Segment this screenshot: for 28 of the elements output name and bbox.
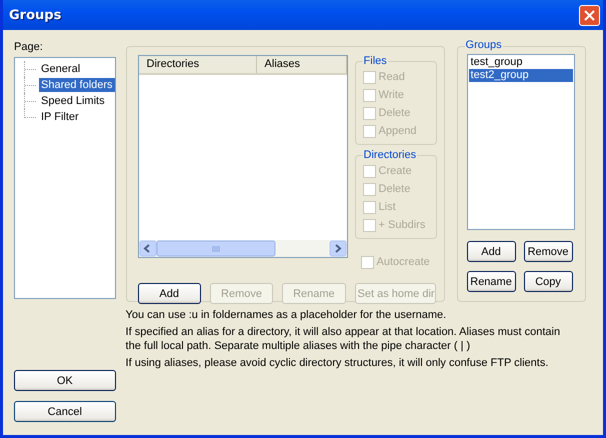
- help-text: If using aliases, please avoid cyclic directory structures, it will only confuse FTP clients.: [126, 356, 550, 370]
- help-text: If specified an alias for a directory, it will also appear at that location. Aliases must contain the full local path. Separate multiple aliases with the pipe character ( | ): [126, 325, 562, 353]
- cancel-button[interactable]: Cancel: [14, 401, 116, 422]
- tree-item[interactable]: Shared folders: [39, 78, 115, 92]
- folders-list[interactable]: Directories Aliases: [138, 55, 348, 258]
- group-action-button[interactable]: Add: [466, 241, 516, 262]
- tree-item[interactable]: IP Filter: [39, 110, 81, 124]
- groups-list[interactable]: test_group test2_group: [466, 54, 575, 230]
- folder-action-button[interactable]: Add: [138, 283, 201, 304]
- column-header[interactable]: Aliases: [256, 56, 347, 73]
- column-header[interactable]: Directories: [138, 56, 257, 73]
- close-button[interactable]: [579, 4, 600, 26]
- group-action-button[interactable]: Copy: [524, 271, 573, 292]
- close-icon: [584, 10, 595, 20]
- tree-item[interactable]: Speed Limits: [39, 94, 107, 108]
- list-item[interactable]: test_group: [468, 56, 573, 69]
- list-item[interactable]: test2_group: [468, 69, 573, 82]
- window-title: Groups: [9, 8, 62, 22]
- help-text: You can use :u in foldernames as a placeholder for the username.: [126, 308, 448, 322]
- ok-button[interactable]: OK: [14, 370, 116, 391]
- tree-item[interactable]: General: [39, 62, 82, 76]
- group-title: Directories: [362, 149, 418, 161]
- group-action-button[interactable]: Remove: [524, 241, 573, 262]
- group-title: Groups: [464, 39, 503, 51]
- group-title: Files: [362, 55, 388, 67]
- group-action-button[interactable]: Rename: [466, 271, 516, 292]
- horizontal-scrollbar[interactable]: [138, 240, 347, 257]
- page-label: Page:: [14, 40, 44, 54]
